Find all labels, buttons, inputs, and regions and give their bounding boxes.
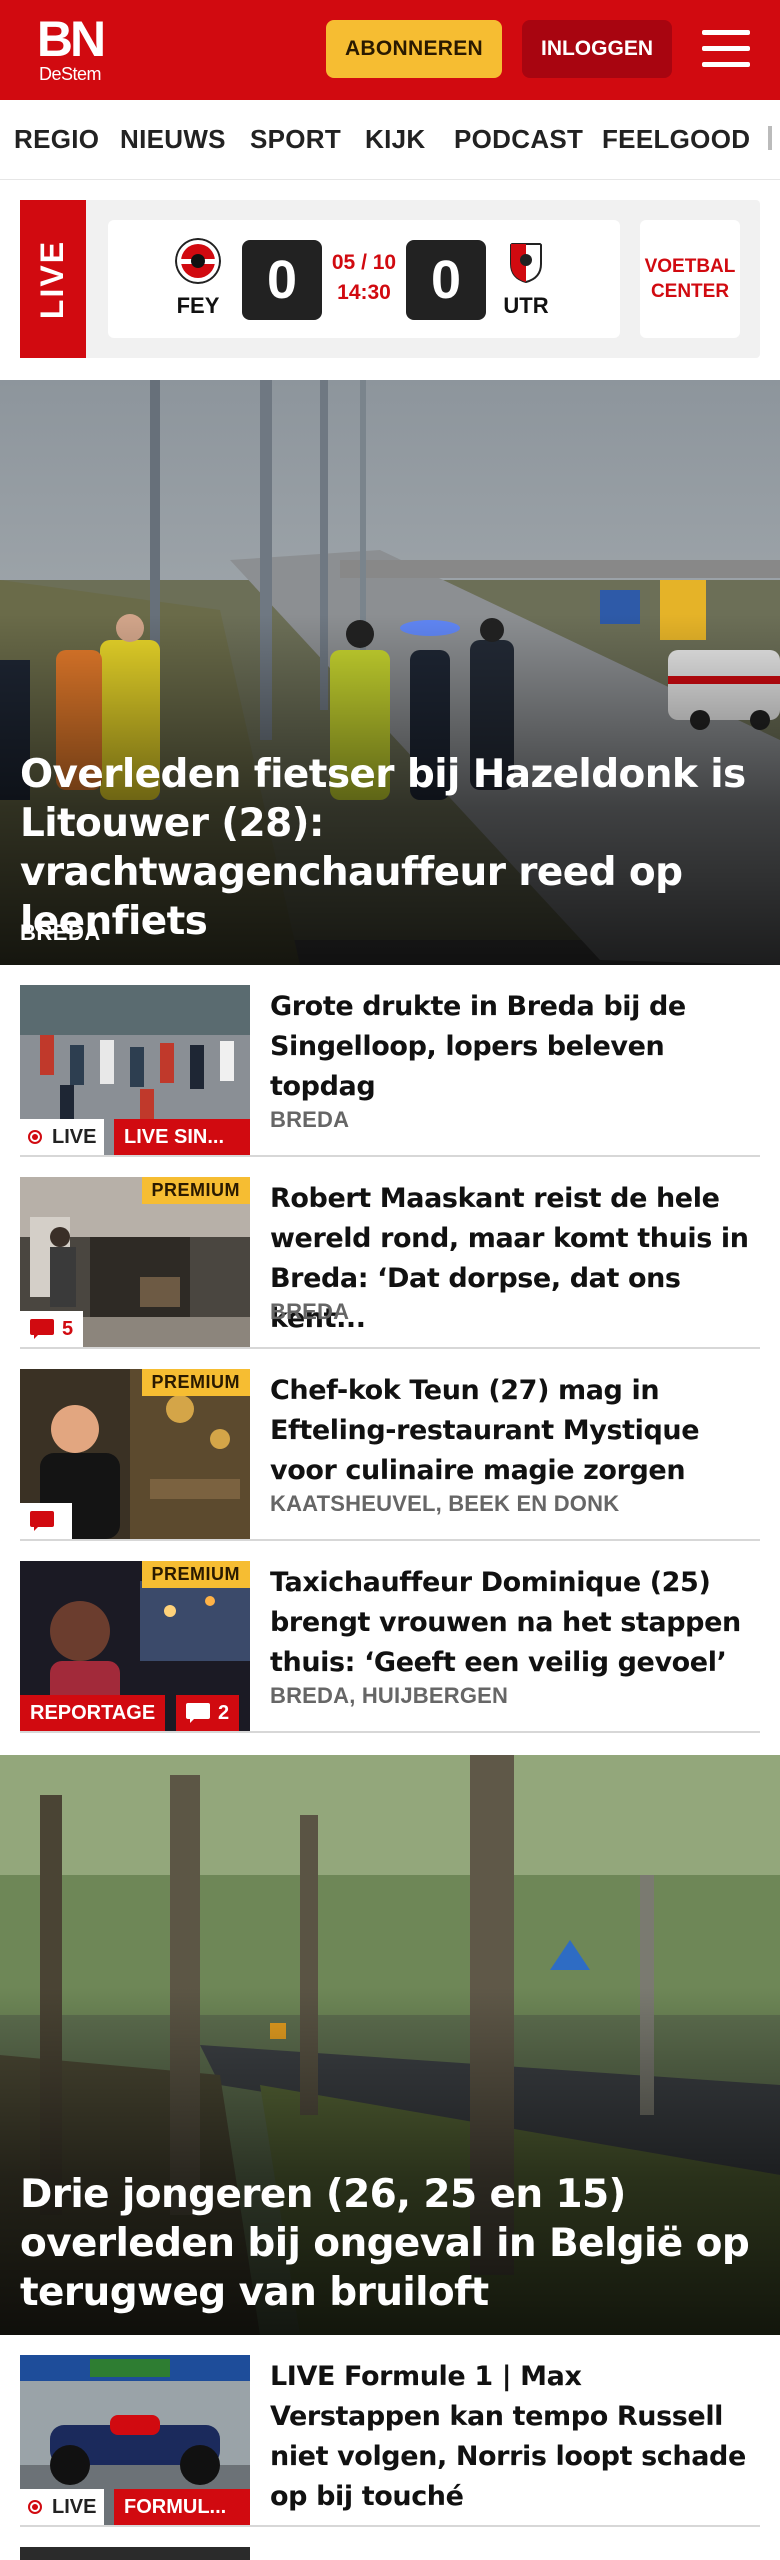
list-item[interactable]: LIVE FORMUL... LIVE Formule 1 | Max Vers… [20, 2355, 760, 2527]
comments-badge[interactable]: 5 [20, 1311, 84, 1347]
next-thumbnail-peek [20, 2547, 250, 2560]
comments-count: 5 [62, 1317, 74, 1340]
away-team: UTR [496, 238, 556, 319]
home-team: FEY [168, 238, 228, 319]
live-badge: LIVE [20, 2489, 105, 2525]
live-dot-icon [28, 1130, 42, 1144]
article-title[interactable]: Taxichauffeur Dominique (25) brengt vrou… [270, 1563, 760, 1683]
article-thumbnail: PREMIUM [20, 1369, 250, 1539]
live-badge-label: LIVE [52, 1125, 97, 1148]
comments-count: 2 [218, 1701, 230, 1724]
main-nav: REGIO NIEUWS SPORT KIJK PODCAST FEELGOOD [0, 100, 780, 180]
home-team-name: FEY [176, 293, 220, 318]
hero-location-1: BREDA [20, 920, 101, 945]
live-dot-icon [28, 2500, 42, 2514]
hero-title-1[interactable]: Overleden fietser bij Hazeldonk is Litou… [20, 750, 760, 946]
premium-badge: PREMIUM [141, 1369, 250, 1396]
list-item[interactable]: PREMIUM REPORTAGE 2 Taxichauffeur Domini… [20, 1561, 760, 1733]
nav-item-nieuws[interactable]: NIEUWS [120, 124, 226, 155]
article-location: BREDA, HUIJBERGEN [270, 1683, 509, 1708]
comment-icon [186, 1703, 210, 1723]
list-item[interactable]: LIVE LIVE SIN... Grote drukte in Breda b… [20, 985, 760, 1157]
match-card[interactable]: FEY 0 05 / 10 14:30 0 UTR [108, 220, 620, 338]
site-logo[interactable]: BN DeStem [30, 14, 110, 84]
match-time: 14:30 [337, 281, 391, 304]
login-button[interactable]: INLOGGEN [522, 20, 672, 78]
away-score: 0 [406, 240, 486, 320]
hero-article-1[interactable]: Overleden fietser bij Hazeldonk is Litou… [0, 380, 780, 965]
comments-badge[interactable] [20, 1503, 72, 1539]
list-item[interactable]: PREMIUM Chef-kok Teun (27) mag in Efteli… [20, 1369, 760, 1541]
live-badge-label: LIVE [52, 2495, 97, 2518]
away-team-name: UTR [503, 293, 549, 318]
feyenoord-crest-icon [175, 238, 221, 284]
nav-item-sport[interactable]: SPORT [250, 124, 341, 155]
nav-item-regio[interactable]: REGIO [14, 124, 99, 155]
site-header: BN DeStem ABONNEREN INLOGGEN [0, 0, 780, 100]
article-title[interactable]: Grote drukte in Breda bij de Singelloop,… [270, 987, 760, 1107]
logo-sub-text: DeStem [38, 64, 102, 84]
live-badge: LIVE [20, 1119, 105, 1155]
logo-main-text: BN [36, 11, 106, 67]
voetbal-center-button[interactable]: VOETBAL CENTER [640, 220, 740, 338]
premium-badge: PREMIUM [141, 1561, 250, 1588]
article-title[interactable]: LIVE Formule 1 | Max Verstappen kan temp… [270, 2357, 760, 2517]
nav-item-podcast[interactable]: PODCAST [454, 124, 583, 155]
article-thumbnail: LIVE LIVE SIN... [20, 985, 250, 1155]
list-item[interactable]: PREMIUM 5 Robert Maaskant reist de hele … [20, 1177, 760, 1349]
article-title[interactable]: Chef-kok Teun (27) mag in Efteling-resta… [270, 1371, 760, 1491]
hero-title-2[interactable]: Drie jongeren (26, 25 en 15) overleden b… [20, 2170, 760, 2317]
nav-item-kijk[interactable]: KIJK [365, 124, 425, 155]
hero-article-2[interactable]: Drie jongeren (26, 25 en 15) overleden b… [0, 1755, 780, 2335]
fc-utrecht-crest-icon [510, 243, 542, 284]
article-location: KAATSHEUVEL, BEEK EN DONK [270, 1491, 620, 1516]
category-tag: FORMUL... [114, 2489, 250, 2525]
match-datetime: 05 / 10 14:30 [324, 248, 404, 308]
home-score: 0 [242, 240, 322, 320]
premium-badge: PREMIUM [141, 1177, 250, 1204]
article-thumbnail: LIVE FORMUL... [20, 2355, 250, 2525]
next-list-item-peek [20, 2547, 760, 2560]
live-score-widget: LIVE FEY 0 05 / 10 14:30 0 UTR VOETBAL C… [20, 200, 760, 358]
article-thumbnail: PREMIUM REPORTAGE 2 [20, 1561, 250, 1731]
live-tag: LIVE [20, 200, 86, 358]
category-tag: REPORTAGE [20, 1695, 166, 1731]
subscribe-button[interactable]: ABONNEREN [326, 20, 502, 78]
nav-item-feelgood[interactable]: FEELGOOD [602, 124, 750, 155]
live-tag-label: LIVE [34, 239, 71, 319]
match-date: 05 / 10 [331, 251, 397, 274]
article-location: BREDA [270, 1107, 350, 1132]
article-thumbnail: PREMIUM 5 [20, 1177, 250, 1347]
hamburger-menu-icon[interactable] [702, 28, 750, 70]
comment-icon [30, 1319, 54, 1339]
comment-icon [30, 1511, 54, 1531]
article-location: BREDA [270, 1299, 350, 1324]
category-tag: LIVE SIN... [114, 1119, 250, 1155]
comments-badge[interactable]: 2 [176, 1695, 240, 1731]
nav-scroll-hint [768, 126, 772, 150]
